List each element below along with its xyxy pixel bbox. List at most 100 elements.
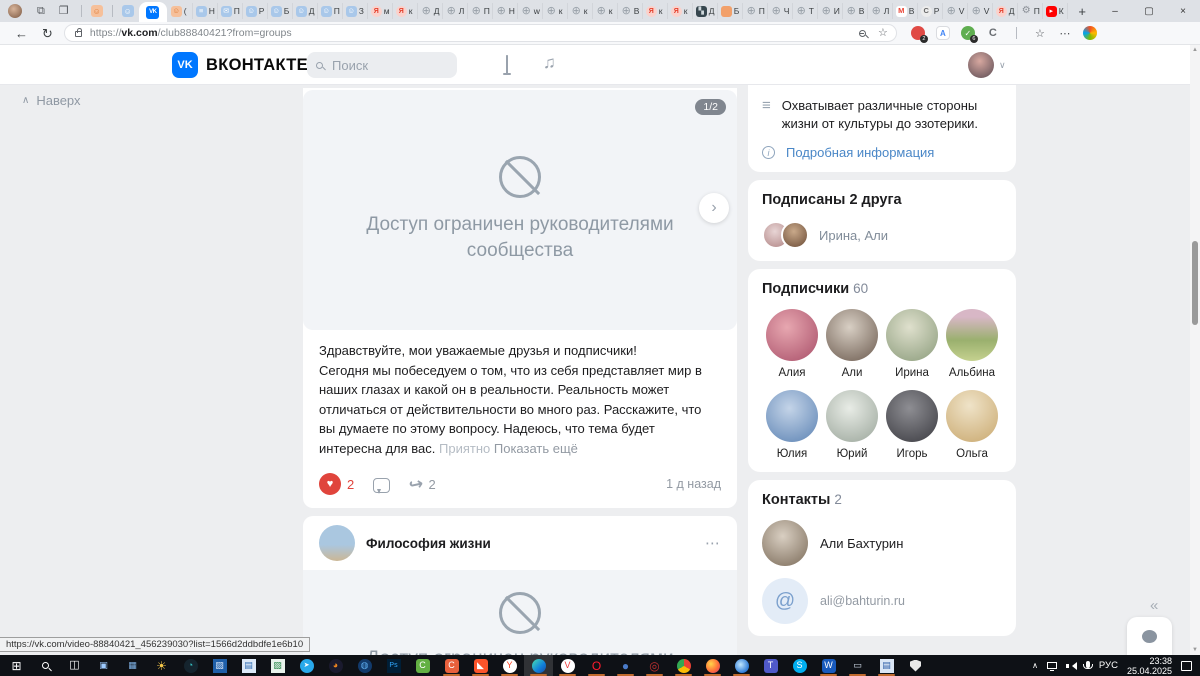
- taskbar-edge-icon[interactable]: [524, 655, 553, 676]
- new-tab-button[interactable]: +: [1078, 4, 1086, 19]
- taskbar-word-icon[interactable]: W: [814, 655, 843, 676]
- restore-button[interactable]: ▢: [1132, 0, 1166, 22]
- follower[interactable]: Альбина: [942, 309, 1002, 379]
- follower[interactable]: Алия: [762, 309, 822, 379]
- taskbar-clock[interactable]: 23:38 25.04.2025: [1127, 656, 1172, 676]
- browser-profile-avatar[interactable]: [8, 4, 22, 18]
- active-tab-vk[interactable]: VK: [138, 2, 167, 22]
- minimize-button[interactable]: –: [1098, 0, 1132, 22]
- browser-tab[interactable]: ⊕ П: [468, 3, 493, 19]
- action-center-icon[interactable]: [1181, 660, 1192, 671]
- taskbar-vivaldi-icon[interactable]: V: [553, 655, 582, 676]
- browser-tab[interactable]: ⊕ Н: [493, 3, 518, 19]
- refresh-button[interactable]: ↻: [42, 27, 53, 40]
- taskbar-weather-icon[interactable]: ☀: [147, 655, 176, 676]
- taskbar-defender-icon[interactable]: [901, 655, 930, 676]
- chat-widget-button[interactable]: [1127, 617, 1172, 655]
- workspaces-icon[interactable]: ⧉: [37, 5, 45, 17]
- favorites-hub-icon[interactable]: ☆: [1033, 26, 1047, 40]
- url-text[interactable]: https://vk.com/club88840421?from=groups: [90, 27, 292, 39]
- taskbar-yandex-browser-icon[interactable]: Y: [495, 655, 524, 676]
- browser-tab[interactable]: Як: [668, 3, 693, 19]
- browser-tab[interactable]: ⊕ Ч: [768, 3, 793, 19]
- browser-tab[interactable]: ▸ К: [1043, 3, 1068, 19]
- taskbar-camtasia-recorder-icon[interactable]: C: [437, 655, 466, 676]
- taskbar-orange-app-icon[interactable]: ◕: [321, 655, 350, 676]
- contact-email-row[interactable]: @ ali@bahturin.ru: [762, 578, 1002, 624]
- follower[interactable]: Юлия: [762, 390, 822, 460]
- browser-tab[interactable]: ☺(: [168, 3, 193, 19]
- follower-avatar[interactable]: [946, 309, 998, 361]
- follower[interactable]: Игорь: [882, 390, 942, 460]
- contacts-card-title[interactable]: Контакты 2: [762, 492, 1002, 508]
- browser-tab[interactable]: Б: [718, 3, 743, 19]
- browser-tab[interactable]: ☺ П: [318, 3, 343, 19]
- browser-tab[interactable]: ✉ П: [218, 3, 243, 19]
- post-timestamp[interactable]: 1 д назад: [666, 477, 721, 491]
- post-2-media[interactable]: Доступ ограничен руководителями: [303, 570, 737, 655]
- collapse-chevrons-icon[interactable]: «: [1150, 597, 1158, 614]
- follower-name[interactable]: Юрий: [837, 448, 868, 460]
- post-menu-icon[interactable]: ⋯: [705, 534, 721, 552]
- c-extension-icon[interactable]: C: [986, 26, 1000, 40]
- follower-name[interactable]: Али: [842, 367, 863, 379]
- share-button[interactable]: ↪ 2: [407, 473, 435, 495]
- page-scrollbar[interactable]: ▲ ▼: [1190, 45, 1200, 655]
- friends-card-title[interactable]: Подписаны 2 друга: [762, 192, 1002, 208]
- browser-tab[interactable]: ☺ З: [343, 3, 368, 19]
- follower[interactable]: Али: [822, 309, 882, 379]
- taskbar-notepad-icon[interactable]: ▤: [234, 655, 263, 676]
- browser-tab[interactable]: ⊕ к: [593, 3, 618, 19]
- pinned-tab-person[interactable]: ☺: [87, 2, 107, 20]
- taskbar-brave-icon[interactable]: ◣: [466, 655, 495, 676]
- network-icon[interactable]: [1046, 662, 1057, 671]
- taskbar-photoshop-icon[interactable]: Ps: [379, 655, 408, 676]
- taskbar-calculator-icon[interactable]: ▦: [118, 655, 147, 676]
- contact-row[interactable]: Али Бахтурин: [762, 520, 1002, 566]
- back-button[interactable]: ←: [15, 27, 28, 40]
- browser-tab[interactable]: ⊕ к: [543, 3, 568, 19]
- browser-tab[interactable]: ▚ Д: [693, 3, 718, 19]
- more-menu-icon[interactable]: ⋯: [1058, 26, 1072, 40]
- browser-tab[interactable]: ☺ Р: [243, 3, 268, 19]
- copilot-icon[interactable]: [1082, 26, 1097, 40]
- taskbar-taskbar-search-icon[interactable]: [31, 655, 60, 676]
- browser-tab[interactable]: ⊕ Л: [443, 3, 468, 19]
- browser-tab[interactable]: MВ: [893, 3, 918, 19]
- close-button[interactable]: ×: [1166, 0, 1200, 22]
- language-indicator[interactable]: РУС: [1099, 660, 1118, 671]
- vk-logo[interactable]: VK ВКОНТАКТЕ: [172, 52, 308, 78]
- vertical-tabs-icon[interactable]: ❐: [59, 5, 69, 17]
- browser-tab[interactable]: ☺ Д: [293, 3, 318, 19]
- taskbar-teams-icon[interactable]: T: [756, 655, 785, 676]
- taskbar-floppy-app-icon[interactable]: ▤: [872, 655, 901, 676]
- carousel-next-button[interactable]: ›: [699, 193, 729, 223]
- browser-tab[interactable]: ⊕ И: [818, 3, 843, 19]
- like-button[interactable]: ♥ 2: [319, 473, 354, 495]
- taskbar-chart-app-icon[interactable]: ▧: [263, 655, 292, 676]
- browser-tab[interactable]: CР: [918, 3, 943, 19]
- profile-chevron-down-icon[interactable]: ∨: [999, 60, 1006, 71]
- contact-email[interactable]: ali@bahturin.ru: [820, 594, 905, 608]
- follower[interactable]: Ольга: [942, 390, 1002, 460]
- profile-avatar[interactable]: [968, 52, 994, 78]
- browser-tab[interactable]: ⊕ Л: [868, 3, 893, 19]
- vpn-green-extension-icon[interactable]: ✓ 6: [960, 26, 978, 43]
- taskbar-telegram-icon[interactable]: ➤: [292, 655, 321, 676]
- taskbar-microsoft-store-icon[interactable]: ▣: [89, 655, 118, 676]
- notifications-bell-icon[interactable]: [506, 55, 508, 73]
- browser-tab[interactable]: ⊕ Д: [418, 3, 443, 19]
- group-name[interactable]: Философия жизни: [366, 536, 491, 551]
- taskbar-photo-editor-icon[interactable]: ▨: [205, 655, 234, 676]
- taskbar-camtasia-icon[interactable]: C: [408, 655, 437, 676]
- address-bar[interactable]: https://vk.com/club88840421?from=groups …: [63, 24, 897, 42]
- taskbar-start-button-icon[interactable]: ⊞: [2, 655, 31, 676]
- browser-tab[interactable]: Як: [393, 3, 418, 19]
- scroll-up-arrow-icon[interactable]: ▲: [1190, 47, 1200, 53]
- taskbar-globe-browser-icon[interactable]: ●: [611, 655, 640, 676]
- browser-tab[interactable]: Як: [643, 3, 668, 19]
- translate-extension-icon[interactable]: A: [935, 26, 950, 40]
- browser-tab[interactable]: ⊕ Т: [793, 3, 818, 19]
- browser-tab[interactable]: ⊕ В: [618, 3, 643, 19]
- zoom-icon[interactable]: [859, 29, 867, 37]
